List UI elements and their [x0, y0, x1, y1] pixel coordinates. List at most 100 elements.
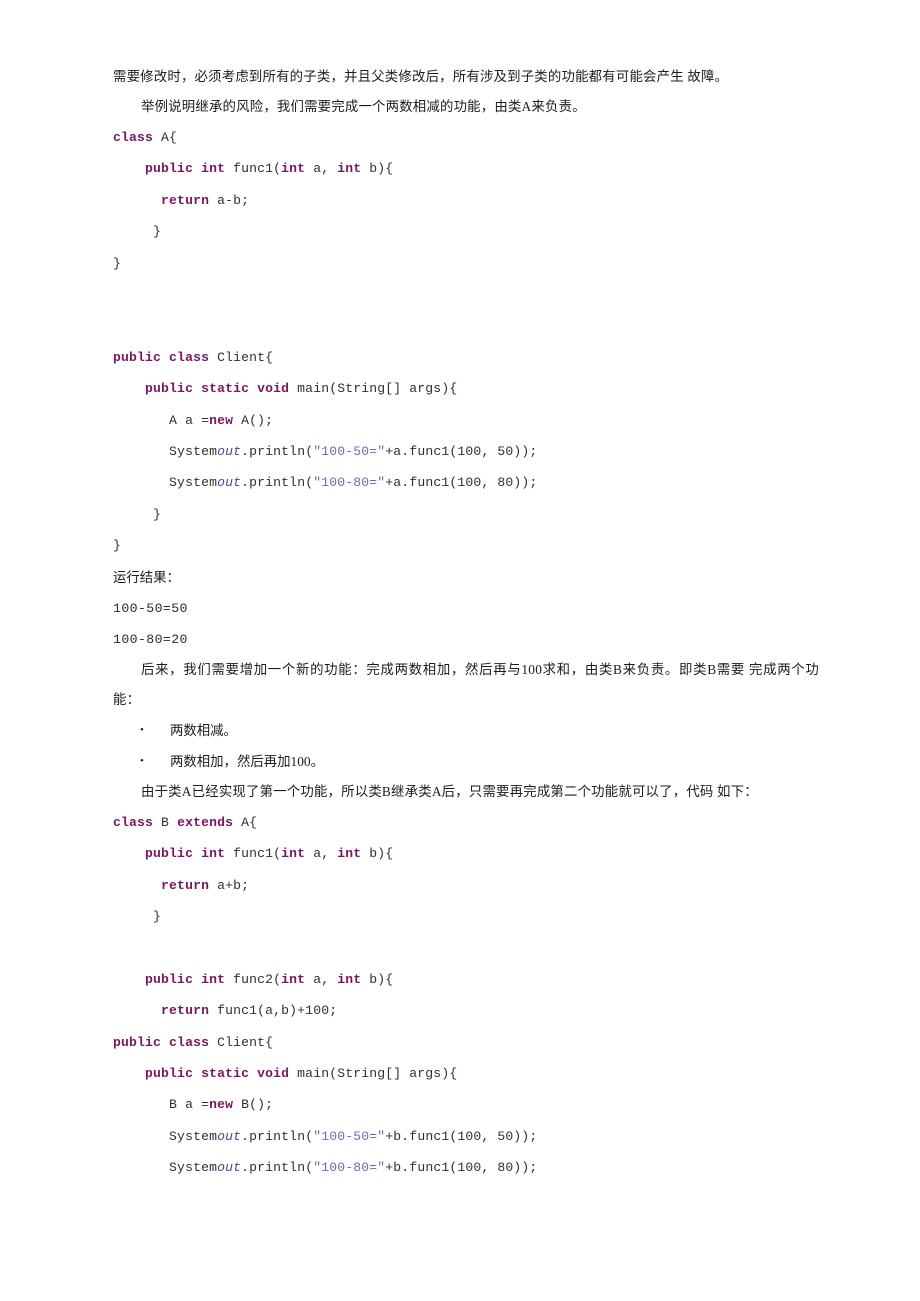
code-line: return a+b;: [113, 870, 819, 901]
code-field-ref: out: [217, 444, 242, 460]
code-text: .println(: [241, 475, 314, 491]
code-block: class B extends A{ public int func1(int …: [113, 807, 819, 1027]
code-text: b){: [361, 846, 394, 862]
paragraph: 举例说明继承的风险，我们需要完成一个两数相减的功能，由类A来负责。: [141, 99, 586, 114]
code-line: A a =new A();: [113, 405, 819, 436]
code-string: "100-50=": [313, 1128, 386, 1144]
code-text: B();: [233, 1097, 274, 1113]
code-text: A a =: [113, 412, 210, 428]
code-line: return func1(a,b)+100;: [113, 995, 819, 1026]
code-text: func1(: [225, 846, 282, 862]
code-text: .println(: [241, 1160, 314, 1176]
code-field-ref: out: [217, 1160, 242, 1176]
bullet-text: 两数相加，然后再加100。: [170, 753, 324, 769]
code-text: .println(: [241, 444, 314, 460]
bullet-list-item: • 两数相减。: [113, 715, 819, 746]
code-keyword: public class: [113, 1034, 210, 1050]
bullet-list-item: • 两数相加，然后再加100。: [113, 746, 819, 777]
code-text: func1(: [225, 161, 282, 177]
code-text: Client{: [209, 1034, 274, 1050]
code-line: public static void main(String[] args){: [113, 1058, 819, 1089]
code-line: public class Client{: [113, 342, 819, 373]
code-text: }: [113, 506, 162, 522]
code-block: class A{ public int func1(int a, int b){…: [113, 122, 819, 342]
code-text: System: [113, 1128, 218, 1144]
code-line: return a-b;: [113, 185, 819, 216]
code-text: main(String[] args){: [289, 1065, 458, 1081]
code-text: A{: [233, 814, 258, 830]
code-text: A();: [233, 412, 274, 428]
code-text: +b.func1(100, 80));: [385, 1160, 538, 1176]
code-line: }: [113, 248, 819, 279]
code-field-ref: out: [217, 1128, 242, 1144]
code-line: Systemout.println("100-50="+b.func1(100,…: [113, 1121, 819, 1152]
code-keyword: public static void: [145, 1065, 290, 1081]
code-keyword: class: [113, 814, 154, 830]
code-text: a,: [305, 846, 338, 862]
code-keyword: return: [161, 877, 210, 893]
code-line: public int func2(int a, int b){: [113, 964, 819, 995]
code-keyword: class: [113, 130, 154, 145]
code-block: public class Client{ public static void …: [113, 1027, 819, 1184]
code-block: public class Client{ public static void …: [113, 342, 819, 562]
code-keyword: int: [337, 846, 362, 862]
bullet-text: 两数相减。: [170, 722, 237, 738]
code-string: "100-80=": [313, 475, 386, 491]
document-body-column: 需要修改时，必须考虑到所有的子类，并且父类修改后，所有涉及到子类的功能都有可能会…: [113, 62, 819, 1184]
code-text: +b.func1(100, 50));: [385, 1128, 538, 1144]
code-line: }: [113, 216, 819, 247]
code-string: "100-50=": [313, 444, 386, 460]
code-line: Systemout.println("100-80="+b.func1(100,…: [113, 1152, 819, 1183]
code-text: }: [113, 255, 122, 271]
code-text: }: [113, 538, 122, 554]
code-text: b){: [361, 971, 394, 987]
code-keyword: public int: [145, 971, 226, 987]
code-line: }: [113, 530, 819, 561]
code-text: .println(: [241, 1128, 314, 1144]
code-keyword: int: [337, 971, 362, 987]
code-keyword: int: [281, 971, 306, 987]
code-text: B: [153, 814, 178, 830]
document-page: 需要修改时，必须考虑到所有的子类，并且父类修改后，所有涉及到子类的功能都有可能会…: [0, 0, 920, 1301]
code-text: A{: [153, 130, 178, 145]
bullet-dot-icon: •: [140, 754, 144, 767]
code-keyword: new: [209, 412, 234, 428]
code-line: Systemout.println("100-50="+a.func1(100,…: [113, 436, 819, 467]
code-text: +a.func1(100, 50));: [385, 444, 538, 460]
code-field-ref: out: [217, 475, 242, 491]
code-text: a,: [305, 971, 338, 987]
code-text: System: [113, 444, 218, 460]
paragraph: 需要修改时，必须考虑到所有的子类，并且父类修改后，所有涉及到子类的功能都有可能会…: [113, 69, 729, 84]
code-keyword: public static void: [145, 381, 290, 397]
code-text: }: [113, 224, 162, 240]
code-keyword: new: [209, 1097, 234, 1113]
code-line: class B extends A{: [113, 807, 819, 838]
code-text: }: [113, 908, 162, 924]
code-line: public int func1(int a, int b){: [113, 838, 819, 869]
code-text: a+b;: [209, 877, 250, 893]
code-line: public int func1(int a, int b){: [113, 153, 819, 184]
result-label: 运行结果：: [113, 569, 180, 585]
program-output-line: 100-50=50: [113, 600, 188, 616]
code-text: System: [113, 1160, 218, 1176]
code-keyword: int: [337, 161, 362, 177]
code-line: public static void main(String[] args){: [113, 373, 819, 404]
bullet-dot-icon: •: [140, 723, 144, 736]
code-string: "100-80=": [313, 1160, 386, 1176]
code-text: main(String[] args){: [289, 381, 458, 397]
code-keyword: return: [161, 1003, 210, 1019]
code-keyword: int: [281, 846, 306, 862]
code-line: B a =new B();: [113, 1089, 819, 1120]
code-line: }: [113, 901, 819, 932]
code-line: Systemout.println("100-80="+a.func1(100,…: [113, 467, 819, 498]
program-output-line: 100-80=20: [113, 631, 188, 647]
